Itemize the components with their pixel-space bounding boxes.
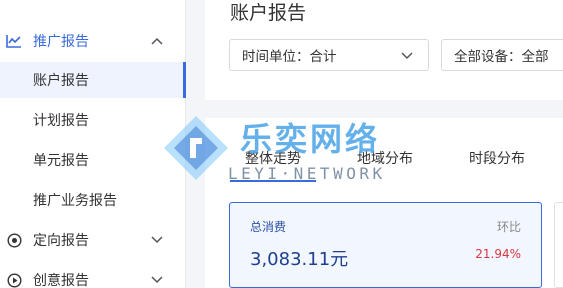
chevron-down-icon (400, 48, 414, 62)
chevron-up-icon[interactable] (150, 34, 164, 48)
metric-card-total-spend[interactable]: 总消费 3,083.11元 环比 21.94% (229, 202, 542, 288)
creative-icon (6, 272, 22, 288)
nav-group-promo-label: 推广报告 (33, 34, 89, 50)
sidebar-item-label: 计划报告 (33, 113, 89, 129)
tab-region-distribution[interactable]: 地域分布 (357, 148, 413, 168)
sidebar-item-account-report[interactable]: 账户报告 (0, 62, 186, 98)
page-title: 账户报告 (230, 2, 307, 24)
time-unit-select[interactable]: 时间单位：合计 (229, 39, 429, 71)
sidebar-item-label: 单元报告 (33, 153, 89, 169)
time-unit-select-value: 时间单位：合计 (242, 49, 337, 65)
metric-card-next[interactable] (554, 202, 563, 288)
device-select-value: 全部设备：全部 (454, 49, 549, 65)
tab-time-distribution[interactable]: 时段分布 (469, 148, 525, 168)
sidebar-item-unit-report[interactable]: 单元报告 (0, 142, 186, 178)
metric-label: 总消费 (250, 220, 287, 234)
nav-group-promo-report[interactable]: 推广报告 (0, 23, 186, 59)
nav-group-creative-label: 创意报告 (33, 273, 89, 288)
chevron-down-icon[interactable] (150, 233, 164, 247)
active-tab-indicator (230, 180, 316, 182)
target-icon (6, 232, 22, 248)
sidebar-item-label: 推广业务报告 (33, 193, 117, 209)
device-select[interactable]: 全部设备：全部 (441, 39, 563, 71)
metric-compare-value: 21.94% (475, 247, 521, 261)
metric-value: 3,083.11元 (250, 249, 349, 270)
metric-compare-label: 环比 (496, 220, 521, 234)
nav-group-targeting-report[interactable]: 定向报告 (0, 222, 186, 258)
chevron-down-icon[interactable] (150, 273, 164, 287)
sidebar: 推广报告 账户报告 计划报告 单元报告 推广业务报告 定向报告 创意报告 (0, 0, 186, 288)
sidebar-item-business-report[interactable]: 推广业务报告 (0, 182, 186, 218)
tab-overall-trend[interactable]: 整体走势 (245, 148, 301, 168)
nav-group-targeting-label: 定向报告 (33, 233, 89, 249)
trend-chart-icon (6, 33, 22, 49)
sidebar-item-label: 账户报告 (33, 73, 89, 89)
nav-group-creative-report[interactable]: 创意报告 (0, 262, 186, 288)
sidebar-item-plan-report[interactable]: 计划报告 (0, 102, 186, 138)
